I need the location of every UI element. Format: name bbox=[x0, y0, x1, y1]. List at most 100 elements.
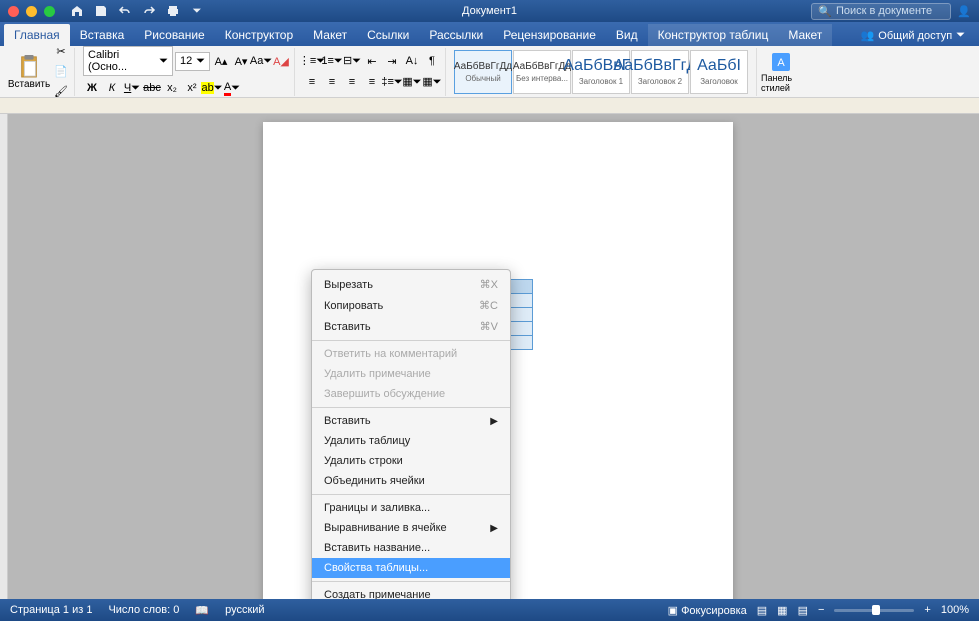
left-ruler[interactable] bbox=[0, 114, 8, 599]
context-item[interactable]: Удалить строки bbox=[312, 451, 510, 471]
user-icon[interactable]: 👤 bbox=[957, 5, 971, 18]
paste-button[interactable]: Вставить bbox=[8, 54, 50, 90]
context-item[interactable]: Свойства таблицы... bbox=[312, 558, 510, 578]
bullets-button[interactable]: ⋮≡⏷ bbox=[303, 52, 321, 70]
tab-table-layout[interactable]: Макет bbox=[778, 24, 832, 46]
align-center-button[interactable]: ≡ bbox=[323, 73, 341, 91]
clear-format-button[interactable]: A◢ bbox=[272, 52, 290, 70]
share-icon: 👥 bbox=[861, 29, 875, 42]
tab-table-design[interactable]: Конструктор таблиц bbox=[648, 24, 779, 46]
context-item[interactable]: Вставить название... bbox=[312, 538, 510, 558]
context-item: Удалить примечание bbox=[312, 364, 510, 384]
tab-layout[interactable]: Макет bbox=[303, 24, 357, 46]
borders-button[interactable]: ▦⏷ bbox=[423, 73, 441, 91]
context-separator bbox=[312, 340, 510, 341]
print-icon[interactable] bbox=[165, 3, 181, 19]
share-button[interactable]: 👥Общий доступ⏷ bbox=[851, 25, 975, 46]
zoom-in-button[interactable]: + bbox=[924, 604, 930, 616]
tab-insert[interactable]: Вставка bbox=[70, 24, 135, 46]
zoom-level[interactable]: 100% bbox=[941, 604, 969, 616]
save-icon[interactable] bbox=[93, 3, 109, 19]
tab-draw[interactable]: Рисование bbox=[134, 24, 214, 46]
tab-review[interactable]: Рецензирование bbox=[493, 24, 606, 46]
search-placeholder: Поиск в документе bbox=[836, 5, 932, 17]
style-heading2[interactable]: АаБбВвГгДдЗаголовок 2 bbox=[631, 50, 689, 94]
context-item[interactable]: Выравнивание в ячейке▶ bbox=[312, 518, 510, 538]
status-spell-icon[interactable]: 📖 bbox=[195, 604, 209, 617]
subscript-button[interactable]: x₂ bbox=[163, 79, 181, 97]
tab-mailings[interactable]: Рассылки bbox=[419, 24, 493, 46]
status-page[interactable]: Страница 1 из 1 bbox=[10, 604, 92, 616]
focus-button[interactable]: ▣ Фокусировка bbox=[668, 604, 747, 617]
view-web-button[interactable]: ▦ bbox=[777, 604, 787, 617]
styles-panel-button[interactable]: A Панель стилей bbox=[761, 51, 801, 93]
context-item[interactable]: Удалить таблицу bbox=[312, 431, 510, 451]
cut-button[interactable]: ✂ bbox=[52, 43, 70, 61]
grow-font-button[interactable]: A▴ bbox=[212, 52, 230, 70]
decrease-indent-button[interactable]: ⇤ bbox=[363, 52, 381, 70]
highlight-button[interactable]: ab⏷ bbox=[203, 79, 221, 97]
context-item[interactable]: Границы и заливка... bbox=[312, 498, 510, 518]
tab-references[interactable]: Ссылки bbox=[357, 24, 419, 46]
numbering-button[interactable]: 1≡⏷ bbox=[323, 52, 341, 70]
clipboard-icon bbox=[18, 54, 40, 78]
context-item: Ответить на комментарий bbox=[312, 344, 510, 364]
multilevel-button[interactable]: ⊟⏷ bbox=[343, 52, 361, 70]
increase-indent-button[interactable]: ⇥ bbox=[383, 52, 401, 70]
superscript-button[interactable]: x² bbox=[183, 79, 201, 97]
qat-more-icon[interactable]: ⏷ bbox=[189, 3, 205, 19]
context-item[interactable]: Создать примечание bbox=[312, 585, 510, 599]
zoom-out-button[interactable]: − bbox=[818, 604, 824, 616]
context-item[interactable]: Копировать⌘C bbox=[312, 295, 510, 316]
search-icon: 🔍 bbox=[818, 5, 832, 18]
copy-icon: 📄 bbox=[54, 65, 68, 78]
search-input[interactable]: 🔍 Поиск в документе bbox=[811, 3, 951, 20]
font-color-button[interactable]: A⏷ bbox=[223, 79, 241, 97]
view-print-button[interactable]: ▤ bbox=[757, 604, 767, 617]
zoom-window-button[interactable] bbox=[44, 6, 55, 17]
document-area[interactable]: ¤¤¤ ¤¤¤ ¤¤¤ ¤¤¤ ¤¤¤ Вырезать⌘XКопировать… bbox=[8, 114, 979, 599]
context-item[interactable]: Вставить▶ bbox=[312, 411, 510, 431]
copy-button[interactable]: 📄 bbox=[52, 63, 70, 81]
change-case-button[interactable]: Aa⏷ bbox=[252, 52, 270, 70]
styles-gallery: АаБбВвГгДдОбычный АаБбВвГгДдБез интерва.… bbox=[454, 50, 748, 94]
tab-view[interactable]: Вид bbox=[606, 24, 648, 46]
line-spacing-button[interactable]: ‡≡⏷ bbox=[383, 73, 401, 91]
style-title[interactable]: АаБбІЗаголовок bbox=[690, 50, 748, 94]
context-separator bbox=[312, 581, 510, 582]
minimize-window-button[interactable] bbox=[26, 6, 37, 17]
font-name-select[interactable]: Calibri (Осно...⏷ bbox=[83, 46, 173, 76]
context-item[interactable]: Вставить⌘V bbox=[312, 316, 510, 337]
justify-button[interactable]: ≡ bbox=[363, 73, 381, 91]
zoom-slider[interactable] bbox=[834, 609, 914, 612]
scissors-icon: ✂ bbox=[56, 45, 65, 58]
home-icon[interactable] bbox=[69, 3, 85, 19]
context-item: Завершить обсуждение bbox=[312, 384, 510, 404]
show-marks-button[interactable]: ¶ bbox=[423, 52, 441, 70]
ruler[interactable] bbox=[0, 98, 979, 114]
ribbon-tabs: Главная Вставка Рисование Конструктор Ма… bbox=[0, 22, 979, 46]
font-size-select[interactable]: 12⏷ bbox=[175, 52, 210, 71]
status-words[interactable]: Число слов: 0 bbox=[108, 604, 179, 616]
italic-button[interactable]: К bbox=[103, 79, 121, 97]
context-item[interactable]: Вырезать⌘X bbox=[312, 274, 510, 295]
style-normal[interactable]: АаБбВвГгДдОбычный bbox=[454, 50, 512, 94]
align-left-button[interactable]: ≡ bbox=[303, 73, 321, 91]
undo-icon[interactable] bbox=[117, 3, 133, 19]
shrink-font-button[interactable]: A▾ bbox=[232, 52, 250, 70]
context-item[interactable]: Объединить ячейки bbox=[312, 471, 510, 491]
strikethrough-button[interactable]: abc bbox=[143, 79, 161, 97]
shading-button[interactable]: ▦⏷ bbox=[403, 73, 421, 91]
redo-icon[interactable] bbox=[141, 3, 157, 19]
align-right-button[interactable]: ≡ bbox=[343, 73, 361, 91]
sort-button[interactable]: A↓ bbox=[403, 52, 421, 70]
tab-design[interactable]: Конструктор bbox=[215, 24, 303, 46]
view-outline-button[interactable]: ▤ bbox=[798, 604, 808, 617]
underline-button[interactable]: Ч⏷ bbox=[123, 79, 141, 97]
quick-access-toolbar: ⏷ bbox=[69, 3, 205, 19]
close-window-button[interactable] bbox=[8, 6, 19, 17]
status-language[interactable]: русский bbox=[225, 604, 264, 616]
bold-button[interactable]: Ж bbox=[83, 79, 101, 97]
styles-panel-icon: A bbox=[770, 51, 792, 73]
context-menu: Вырезать⌘XКопировать⌘CВставить⌘V Ответить… bbox=[311, 269, 511, 599]
